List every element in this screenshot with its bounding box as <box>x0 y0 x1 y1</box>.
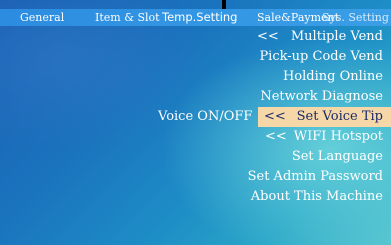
tab-item-slot[interactable]: Item & Slot <box>95 9 160 26</box>
menu-item-set-language[interactable]: Set Language <box>251 147 391 167</box>
menu-item-label: Holding Online <box>282 69 383 84</box>
menu-item-about-this-machine[interactable]: About This Machine <box>251 187 391 207</box>
menu-item-wifi-hotspot[interactable]: << WIFI Hotspot <box>251 127 391 147</box>
menu-item-label: Pick-up Code Vend <box>259 49 383 64</box>
menu-item-label: Set Language <box>291 149 383 164</box>
tab-bar: General Item & Slot Temp.Setting Sale&Pa… <box>0 9 391 26</box>
menu-item-holding-online[interactable]: Holding Online <box>251 67 391 87</box>
tab-general[interactable]: General <box>20 9 64 26</box>
submenu-arrow-icon: << <box>265 129 287 144</box>
menu-item-label: Set Voice Tip <box>296 109 383 124</box>
menu-item-network-diagnose[interactable]: Network Diagnose <box>251 87 391 107</box>
submenu-arrow-icon: << <box>264 109 286 124</box>
menu-item-label: Network Diagnose <box>260 89 383 104</box>
menu-item-label: About This Machine <box>250 189 383 204</box>
tab-temp-setting[interactable]: Temp.Setting <box>162 9 237 26</box>
menu-item-label: WIFI Hotspot <box>293 129 383 144</box>
menu-item-label: Multiple Vend <box>290 29 383 44</box>
voice-on-off-label[interactable]: Voice ON/OFF <box>158 107 252 127</box>
menu-item-set-admin-password[interactable]: Set Admin Password <box>247 167 391 187</box>
submenu-arrow-icon: << <box>257 29 279 44</box>
tab-sys-setting[interactable]: Sys. Setting <box>322 9 389 26</box>
menu-item-multiple-vend[interactable]: << Multiple Vend <box>251 27 391 47</box>
menu-item-set-voice-tip[interactable]: << Set Voice Tip <box>258 107 391 127</box>
menu-item-label: Set Admin Password <box>247 169 383 184</box>
menu-item-pickup-code-vend[interactable]: Pick-up Code Vend <box>251 47 391 67</box>
